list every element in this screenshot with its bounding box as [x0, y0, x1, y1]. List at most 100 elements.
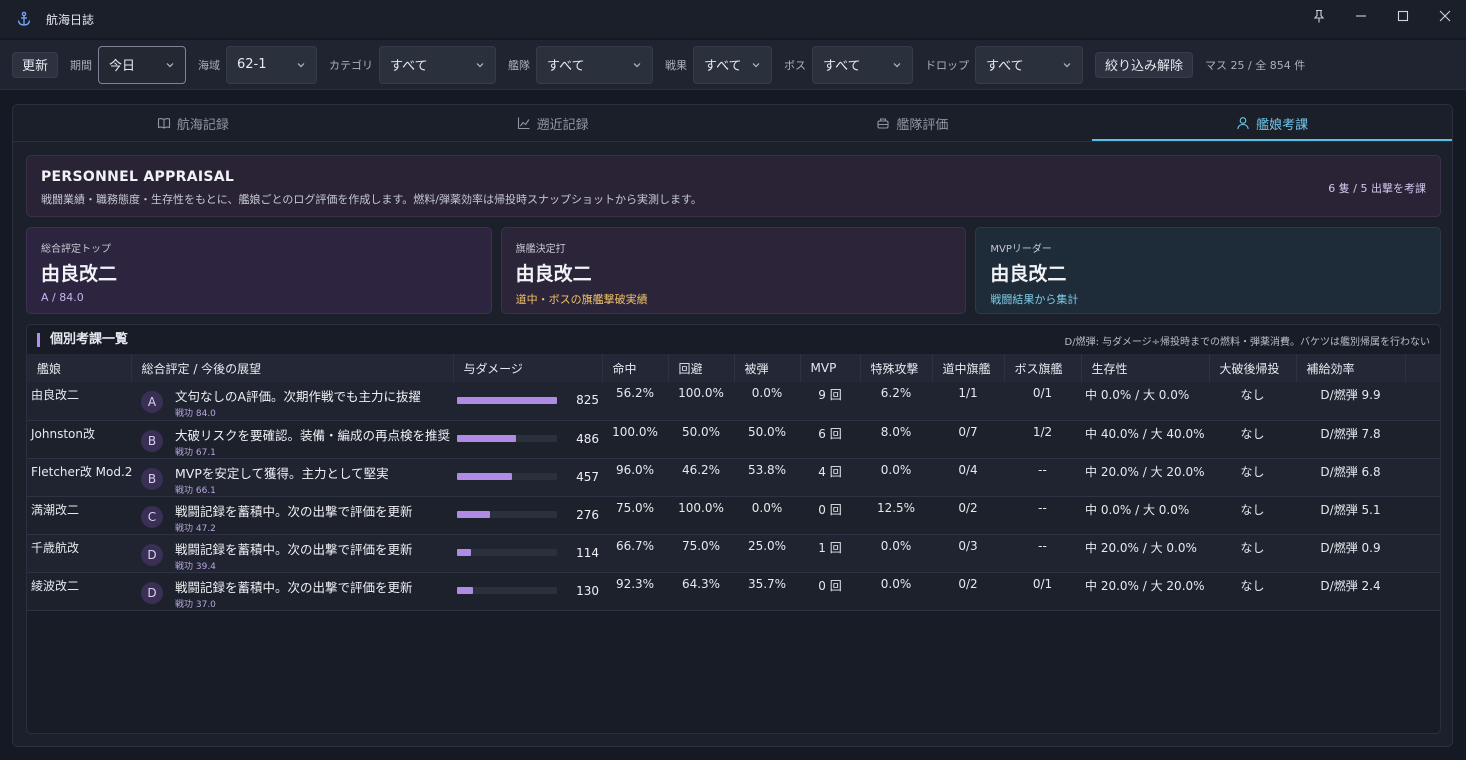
filter-label-result: 戦果	[665, 58, 688, 72]
window-title: 航海日誌	[46, 12, 95, 27]
tab-label: 艦娘考課	[1256, 117, 1309, 133]
table-row[interactable]: 由良改二 A 文句なしのA評価。次期作戦でも主力に抜擢 戦功 84.0 825 56.2%…	[27, 382, 1440, 420]
column-header[interactable]: 艦娘	[27, 354, 132, 382]
table-row[interactable]: Fletcher改 Mod.2 B MVPを安定して獲得。主力として堅実 戦功 66.…	[27, 458, 1440, 496]
tab-fleet-eval[interactable]: 艦隊評価	[733, 105, 1093, 141]
damage-cell: 486	[453, 420, 602, 458]
minimize-button[interactable]	[1340, 0, 1382, 32]
special-attack-rate: 6.2%	[880, 386, 912, 400]
tab-label: 遡近記録	[536, 117, 589, 133]
area-select-value: 62-1	[237, 57, 267, 72]
taken-rate: 53.8%	[747, 462, 787, 477]
table-row[interactable]: 満潮改二 C 戦闘記録を蓄積中。次の出撃で評価を更新 戦功 47.2 276 75.0% 1…	[27, 496, 1440, 534]
column-header[interactable]: MVP	[800, 354, 861, 382]
boss-select[interactable]: すべて	[812, 45, 914, 84]
merit-score: 戦功 39.4	[175, 561, 216, 572]
result-select[interactable]: すべて	[693, 45, 773, 84]
boss-flagship: 1/2	[1032, 424, 1053, 439]
category-select[interactable]: すべて	[379, 45, 497, 84]
row-spacer	[1405, 496, 1440, 534]
boss-flagship: --	[1038, 462, 1047, 477]
close-button[interactable]	[1424, 0, 1466, 32]
column-header[interactable]: 命中	[602, 354, 669, 382]
column-header[interactable]: 特殊攻撃	[860, 354, 933, 382]
pin-button[interactable]	[1298, 0, 1340, 32]
hit-rate: 92.3%	[615, 576, 655, 591]
evade-rate: 100.0%	[678, 500, 724, 515]
clear-filters-button[interactable]: 絞り込み解除	[1095, 51, 1194, 78]
row-spacer	[1405, 534, 1440, 572]
damage-bar-fill	[457, 473, 513, 480]
supply-efficiency: D/燃弾 0.9	[1320, 540, 1381, 555]
tab-personnel-appraisal[interactable]: 艦娘考課	[1092, 105, 1452, 141]
hit-rate: 96.0%	[615, 462, 655, 477]
drop-select[interactable]: すべて	[975, 45, 1084, 84]
damage-bar-fill	[457, 549, 471, 556]
return-after-damage: なし	[1240, 464, 1265, 479]
merit-score: 戦功 66.1	[175, 485, 216, 496]
evaluation-text: 大破リスクを要確認。装備・編成の再点検を推奨	[175, 427, 451, 443]
column-header[interactable]: 大破後帰投	[1209, 354, 1297, 382]
fleet-select[interactable]: すべて	[536, 45, 654, 84]
column-header[interactable]: 与ダメージ	[453, 354, 603, 382]
table-row[interactable]: 千歳航改 D 戦闘記録を蓄積中。次の出撃で評価を更新 戦功 39.4 114 66.7% 7…	[27, 534, 1440, 572]
card-sub: 戦闘結果から集計	[990, 293, 1079, 306]
column-header[interactable]: ボス旗艦	[1004, 354, 1082, 382]
damage-value: 457	[576, 469, 599, 484]
evaluation-cell: B 大破リスクを要確認。装備・編成の再点検を推奨 戦功 67.1	[131, 420, 453, 458]
filter-label-boss: ボス	[784, 58, 807, 72]
ship-name: 満潮改二	[31, 502, 80, 517]
merit-score: 戦功 47.2	[175, 523, 216, 534]
route-flagship: 0/7	[958, 424, 978, 439]
appraisal-table-section: 個別考課一覧 D/燃弾: 与ダメージ÷帰投時までの燃料・弾薬消費。バケツは艦別帰…	[26, 324, 1441, 734]
supply-efficiency: D/燃弾 2.4	[1320, 578, 1381, 593]
tab-label: 艦隊評価	[896, 117, 949, 133]
table-title: 個別考課一覧	[37, 332, 128, 347]
return-after-damage: なし	[1240, 540, 1265, 555]
table-row[interactable]: Johnston改 B 大破リスクを要確認。装備・編成の再点検を推奨 戦功 67.1 4…	[27, 420, 1440, 458]
drop-select-value: すべて	[986, 59, 1024, 74]
evaluation-cell: D 戦闘記録を蓄積中。次の出撃で評価を更新 戦功 39.4	[131, 534, 453, 572]
merit-score: 戦功 84.0	[175, 409, 216, 419]
tab-recent-log[interactable]: 遡近記録	[373, 105, 733, 141]
card-label: 旗艦決定打	[515, 244, 566, 255]
mvp-count: 0 回	[818, 578, 842, 593]
area-select[interactable]: 62-1	[226, 45, 318, 84]
route-flagship: 0/2	[958, 500, 978, 515]
mvp-count: 4 回	[818, 464, 842, 479]
damage-cell: 114	[453, 534, 602, 572]
damage-value: 276	[576, 507, 599, 522]
damage-bar	[457, 549, 557, 556]
damage-bar-fill	[457, 587, 473, 594]
tab-voyage-log[interactable]: 航海記録	[13, 105, 373, 141]
damage-cell: 457	[453, 458, 602, 496]
maximize-button[interactable]	[1382, 0, 1424, 32]
filter-label-category: カテゴリ	[329, 58, 374, 72]
banner-title: PERSONNEL APPRAISAL	[41, 169, 235, 185]
period-select[interactable]: 今日	[98, 45, 187, 84]
banner-count: 6 隻 / 5 出撃を考課	[1328, 182, 1426, 195]
evade-rate: 46.2%	[681, 462, 721, 477]
period-select-value: 今日	[109, 59, 136, 74]
row-spacer	[1405, 458, 1440, 496]
route-flagship: 1/1	[958, 386, 978, 400]
boss-flagship: --	[1038, 538, 1047, 553]
damage-bar-fill	[457, 396, 557, 404]
column-header[interactable]: 生存性	[1081, 354, 1210, 382]
table-row[interactable]: 綾波改二 D 戦闘記録を蓄積中。次の出撃で評価を更新 戦功 37.0 130 92.3% 6…	[27, 572, 1440, 610]
damage-cell: 825	[453, 382, 602, 420]
card-value: 由良改二	[41, 263, 118, 285]
column-header[interactable]: 道中旗艦	[932, 354, 1005, 382]
chevron-down-icon	[296, 60, 306, 70]
chevron-down-icon	[1062, 60, 1072, 70]
damage-bar	[457, 587, 557, 594]
survival-rate: 中 40.0% / 大 40.0%	[1085, 426, 1205, 441]
column-header[interactable]: 補給効率	[1296, 354, 1406, 382]
column-header[interactable]: 被弾	[734, 354, 801, 382]
refresh-button[interactable]: 更新	[12, 51, 59, 78]
column-header[interactable]: 回避	[668, 354, 735, 382]
column-header[interactable]: 総合評定 / 今後の展望	[131, 354, 454, 382]
chart-icon	[517, 117, 530, 130]
evaluation-cell: D 戦闘記録を蓄積中。次の出撃で評価を更新 戦功 37.0	[131, 572, 453, 610]
evade-rate: 100.0%	[678, 386, 724, 400]
